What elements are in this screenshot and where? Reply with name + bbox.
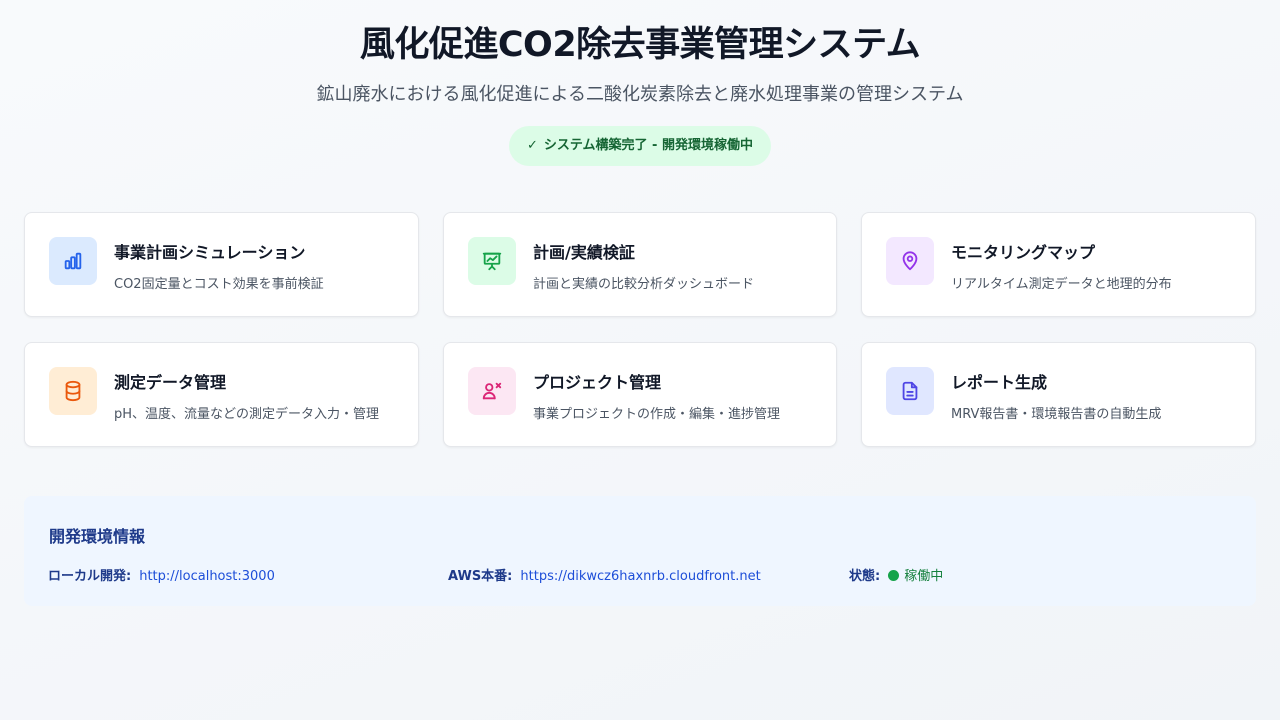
- document-icon: [902, 381, 918, 401]
- card-title: プロジェクト管理: [533, 373, 662, 392]
- card-icon-box: [886, 367, 934, 415]
- card-report-generation[interactable]: レポート生成 MRV報告書・環境報告書の自動生成: [861, 342, 1256, 447]
- card-title: 事業計画シミュレーション: [114, 243, 306, 262]
- dev-environment-panel: 開発環境情報 ローカル開発: http://localhost:3000 AWS本…: [24, 496, 1256, 606]
- aws-prod-row: AWS本番: https://dikwcz6haxnrb.cloudfront.n…: [448, 565, 761, 584]
- card-description: リアルタイム測定データと地理的分布: [951, 277, 1172, 292]
- presentation-chart-icon: [482, 252, 502, 271]
- card-project-management[interactable]: プロジェクト管理 事業プロジェクトの作成・編集・進捗管理: [443, 342, 837, 447]
- local-dev-row: ローカル開発: http://localhost:3000: [48, 565, 275, 584]
- card-monitoring-map[interactable]: モニタリングマップ リアルタイム測定データと地理的分布: [861, 212, 1256, 317]
- card-description: 計画と実績の比較分析ダッシュボード: [533, 277, 755, 292]
- local-dev-label: ローカル開発:: [48, 569, 132, 584]
- card-icon-box: [886, 237, 934, 285]
- hero-header: 風化促進CO2除去事業管理システム 鉱山廃水における風化促進による二酸化炭素除去…: [0, 0, 1280, 166]
- card-plan-actual-verification[interactable]: 計画/実績検証 計画と実績の比較分析ダッシュボード: [443, 212, 837, 317]
- status-row: 状態: 稼働中: [849, 565, 943, 584]
- bar-chart-icon: [64, 252, 82, 270]
- card-title: 測定データ管理: [114, 373, 227, 392]
- database-icon: [65, 380, 81, 402]
- card-measurement-data[interactable]: 測定データ管理 pH、温度、流量などの測定データ入力・管理: [24, 342, 419, 447]
- page: 風化促進CO2除去事業管理システム 鉱山廃水における風化促進による二酸化炭素除去…: [0, 0, 1280, 720]
- status-label: 状態:: [849, 569, 881, 584]
- card-icon-box: [468, 367, 516, 415]
- card-icon-box: [49, 367, 97, 415]
- map-pin-icon: [902, 251, 918, 271]
- card-description: pH、温度、流量などの測定データ入力・管理: [114, 407, 380, 422]
- card-description: 事業プロジェクトの作成・編集・進捗管理: [533, 407, 781, 422]
- card-title: 計画/実績検証: [533, 243, 635, 262]
- page-title: 風化促進CO2除去事業管理システム: [359, 25, 921, 65]
- aws-prod-link[interactable]: https://dikwcz6haxnrb.cloudfront.net: [520, 569, 760, 584]
- local-dev-link[interactable]: http://localhost:3000: [139, 569, 275, 584]
- dev-environment-title: 開発環境情報: [49, 527, 146, 546]
- card-description: MRV報告書・環境報告書の自動生成: [951, 407, 1162, 422]
- status-badge: ✓ システム構築完了 - 開発環境稼働中: [509, 126, 771, 166]
- page-subtitle: 鉱山廃水における風化促進による二酸化炭素除去と廃水処理事業の管理システム: [316, 84, 964, 105]
- card-business-simulation[interactable]: 事業計画シミュレーション CO2固定量とコスト効果を事前検証: [24, 212, 419, 317]
- users-cog-icon: [482, 382, 502, 400]
- status-badge-label: システム構築完了 - 開発環境稼働中: [543, 138, 753, 153]
- aws-prod-label: AWS本番:: [448, 569, 513, 584]
- status-dot-icon: [888, 570, 900, 581]
- status-value: 稼働中: [904, 569, 944, 584]
- card-description: CO2固定量とコスト効果を事前検証: [114, 277, 324, 292]
- card-title: レポート生成: [951, 373, 1048, 392]
- check-icon: ✓: [527, 138, 538, 153]
- card-title: モニタリングマップ: [951, 243, 1096, 262]
- feature-grid: 事業計画シミュレーション CO2固定量とコスト効果を事前検証 計画/実績検証 計…: [24, 212, 1256, 447]
- card-icon-box: [49, 237, 97, 285]
- card-icon-box: [468, 237, 516, 285]
